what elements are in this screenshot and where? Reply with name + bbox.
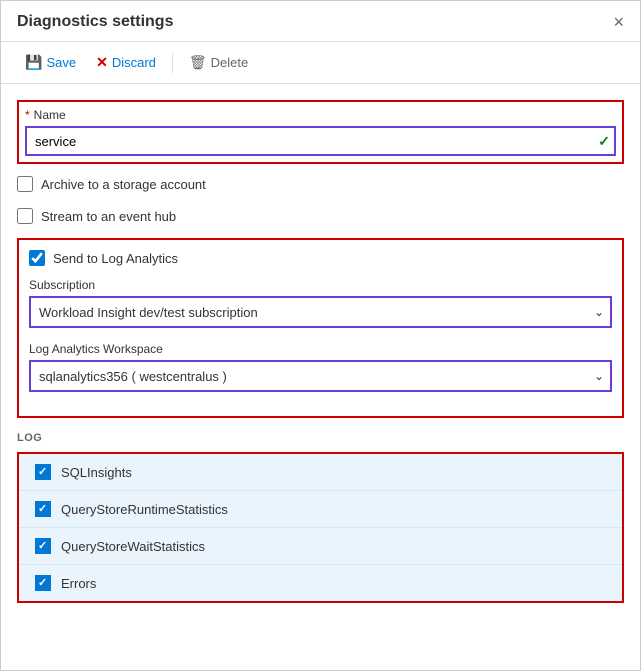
close-button[interactable]: × xyxy=(613,13,624,31)
send-log-analytics-checkbox[interactable] xyxy=(29,250,45,266)
delete-icon: 🗑 xyxy=(189,54,207,71)
delete-label: Delete xyxy=(211,55,249,70)
send-log-analytics-row: Send to Log Analytics xyxy=(29,250,612,266)
log-row-errors: Errors xyxy=(19,565,622,601)
subscription-dropdown[interactable]: Workload Insight dev/test subscription xyxy=(29,296,612,328)
delete-button[interactable]: 🗑 Delete xyxy=(181,50,256,75)
workspace-dropdown[interactable]: sqlanalytics356 ( westcentralus ) xyxy=(29,360,612,392)
log-errors-label: Errors xyxy=(61,576,96,591)
workspace-label: Log Analytics Workspace xyxy=(29,342,612,356)
archive-checkbox[interactable] xyxy=(17,176,33,192)
discard-button[interactable]: ✕ Discard xyxy=(88,50,164,75)
log-sqlinsights-label: SQLInsights xyxy=(61,465,132,480)
name-field-box: * Name ✓ xyxy=(17,100,624,164)
required-marker: * xyxy=(25,108,30,122)
workspace-dropdown-wrapper: sqlanalytics356 ( westcentralus ) ⌄ xyxy=(29,360,612,392)
diagnostics-dialog: Diagnostics settings × 💾 Save ✕ Discard … xyxy=(0,0,641,671)
toolbar: 💾 Save ✕ Discard 🗑 Delete xyxy=(1,42,640,84)
dialog-title: Diagnostics settings xyxy=(17,13,173,31)
discard-label: Discard xyxy=(112,55,156,70)
input-valid-icon: ✓ xyxy=(598,133,610,150)
content-area: * Name ✓ Archive to a storage account St… xyxy=(1,84,640,619)
stream-checkbox[interactable] xyxy=(17,208,33,224)
save-label: Save xyxy=(46,55,76,70)
log-row-sqlinsights: SQLInsights xyxy=(19,454,622,491)
save-icon: 💾 xyxy=(25,54,42,71)
discard-icon: ✕ xyxy=(96,54,108,71)
log-querystore-wait-checkbox[interactable] xyxy=(35,538,51,554)
stream-label: Stream to an event hub xyxy=(41,209,176,224)
save-button[interactable]: 💾 Save xyxy=(17,50,84,75)
log-errors-checkbox[interactable] xyxy=(35,575,51,591)
archive-label: Archive to a storage account xyxy=(41,177,206,192)
toolbar-separator xyxy=(172,53,173,73)
log-section: LOG SQLInsights QueryStoreRuntimeStatist… xyxy=(17,432,624,603)
log-table: SQLInsights QueryStoreRuntimeStatistics … xyxy=(17,452,624,603)
subscription-label: Subscription xyxy=(29,278,612,292)
workspace-group: Log Analytics Workspace sqlanalytics356 … xyxy=(29,342,612,392)
log-row-querystore-wait: QueryStoreWaitStatistics xyxy=(19,528,622,565)
stream-checkbox-row: Stream to an event hub xyxy=(17,206,624,226)
subscription-dropdown-wrapper: Workload Insight dev/test subscription ⌄ xyxy=(29,296,612,328)
subscription-group: Subscription Workload Insight dev/test s… xyxy=(29,278,612,328)
log-querystore-runtime-checkbox[interactable] xyxy=(35,501,51,517)
log-querystore-wait-label: QueryStoreWaitStatistics xyxy=(61,539,205,554)
send-log-analytics-label: Send to Log Analytics xyxy=(53,251,178,266)
log-row-querystore-runtime: QueryStoreRuntimeStatistics xyxy=(19,491,622,528)
name-input[interactable] xyxy=(25,126,616,156)
dialog-header: Diagnostics settings × xyxy=(1,1,640,42)
name-input-wrapper: ✓ xyxy=(25,126,616,156)
log-section-label: LOG xyxy=(17,432,624,444)
archive-checkbox-row: Archive to a storage account xyxy=(17,174,624,194)
name-label-text: Name xyxy=(34,108,66,122)
log-querystore-runtime-label: QueryStoreRuntimeStatistics xyxy=(61,502,228,517)
send-log-analytics-box: Send to Log Analytics Subscription Workl… xyxy=(17,238,624,418)
log-sqlinsights-checkbox[interactable] xyxy=(35,464,51,480)
name-label: * Name xyxy=(25,108,616,122)
